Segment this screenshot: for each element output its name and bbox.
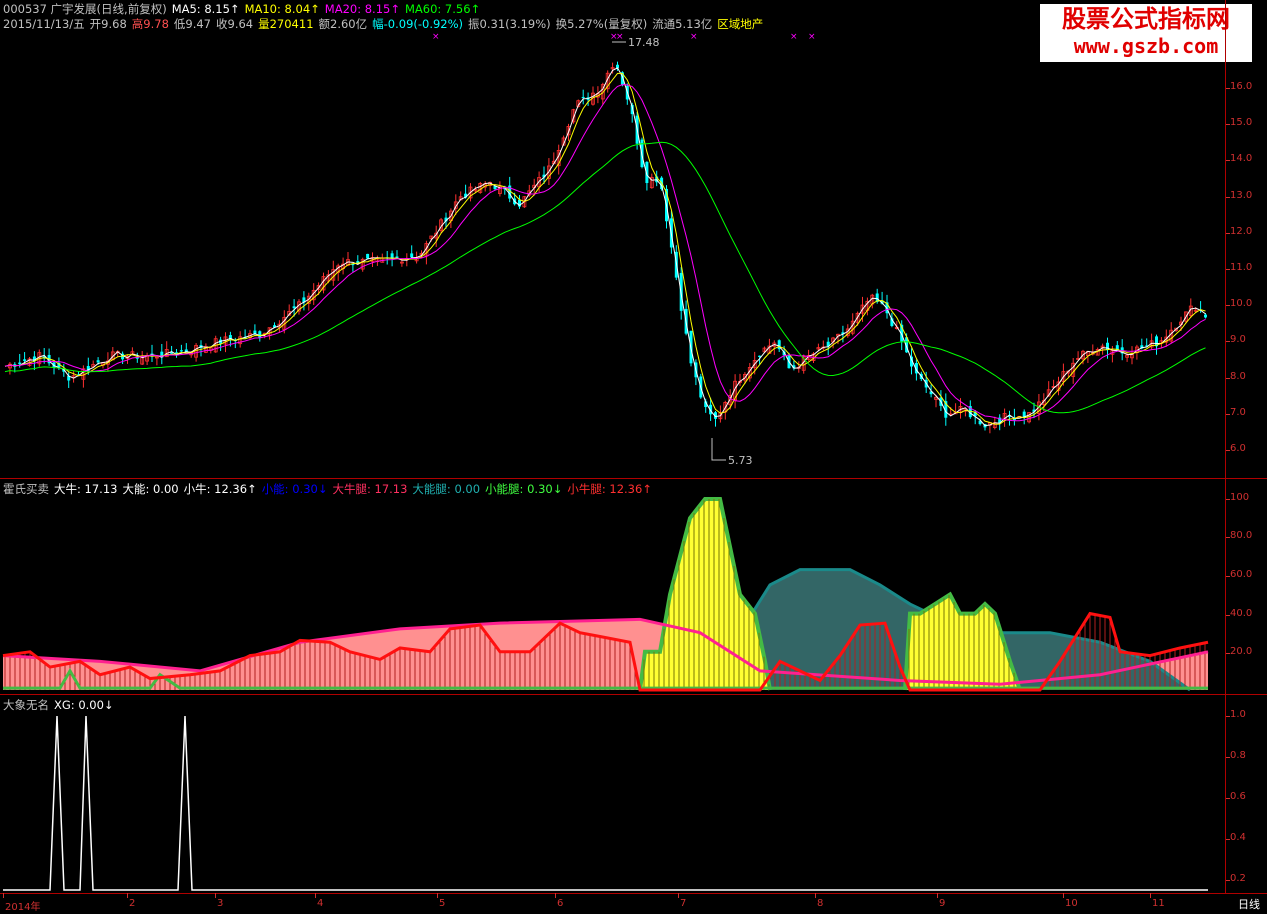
- xg-axis-tick: 0.8: [1230, 750, 1246, 761]
- low-price-label: 5.73: [728, 454, 753, 467]
- high-price-label: 17.48: [628, 36, 660, 49]
- period-label[interactable]: 日线: [1238, 896, 1260, 912]
- price-axis-tick: 13.0: [1230, 189, 1253, 201]
- x-axis-line: [0, 893, 1267, 894]
- candle-body: [96, 360, 100, 363]
- x-axis-tickmark: [3, 893, 4, 898]
- price-axis-tick: 10.0: [1230, 298, 1253, 310]
- x-axis-tick: 11: [1152, 898, 1165, 909]
- x-axis-tick: 7: [680, 898, 687, 909]
- price-axis-tick: 9.0: [1230, 334, 1246, 346]
- price-axis-tick: 6.0: [1230, 443, 1246, 454]
- indicator-axis-tick: 100: [1230, 492, 1250, 503]
- x-axis-tickmark: [678, 893, 679, 898]
- x-axis-tickmark: [437, 893, 438, 898]
- indicator-axis-tick: 60.0: [1230, 569, 1253, 580]
- candle-body: [390, 253, 394, 259]
- x-axis-tick: 2: [129, 898, 136, 909]
- candle-body: [23, 359, 27, 361]
- price-axis-tick: 8.0: [1230, 370, 1246, 382]
- price-axis-tick: 15.0: [1230, 117, 1253, 129]
- signal-mark: ×: [432, 32, 440, 42]
- x-axis-tick: 4: [317, 898, 324, 909]
- indicator-axis: 100 80.0 60.0 40.0 20.0: [1225, 479, 1267, 694]
- x-axis-tickmark: [127, 893, 128, 898]
- xg-axis-tick: 0.4: [1230, 832, 1246, 843]
- ma60-line: [4, 141, 1206, 414]
- price-axis-tick: 14.0: [1230, 153, 1253, 165]
- x-axis-tick: 8: [817, 898, 824, 909]
- x-axis-tickmark: [215, 893, 216, 898]
- price-axis-tick: 16.0: [1230, 81, 1253, 92]
- price-axis-tick: 7.0: [1230, 406, 1246, 418]
- xg-axis-tick: 0.2: [1230, 873, 1246, 884]
- x-axis-tick: 5: [439, 898, 446, 909]
- candle-body: [581, 96, 585, 98]
- indicator-axis-tick: 40.0: [1230, 608, 1253, 619]
- candle-body: [1204, 314, 1207, 318]
- x-axis-tickmark: [815, 893, 816, 898]
- ma10-line: [4, 72, 1206, 425]
- candle-body: [179, 350, 183, 352]
- price-axis-tick: 11.0: [1230, 262, 1253, 273]
- x-axis-tickmark: [555, 893, 556, 898]
- ma5-line: [4, 67, 1206, 427]
- indicator-chart[interactable]: [0, 479, 1225, 694]
- price-axis: 16.0 15.0 14.0 13.0 12.0 11.0 10.0 9.0 8.0 7.0 6.0: [1225, 0, 1267, 478]
- xg-axis: 1.0 0.8 0.6 0.4 0.2: [1225, 695, 1267, 893]
- x-axis-tickmark: [1150, 893, 1151, 898]
- xg-line: [3, 715, 1208, 891]
- signal-mark: ×: [808, 32, 816, 42]
- xg-axis-tick: 1.0: [1230, 709, 1246, 720]
- x-axis-tickmark: [1063, 893, 1064, 898]
- signal-mark: ×: [790, 32, 798, 42]
- signal-mark: ×: [616, 32, 624, 42]
- x-axis-tickmark: [315, 893, 316, 898]
- candle-body: [410, 253, 414, 258]
- x-axis-tick: 6: [557, 898, 564, 909]
- x-axis-tickmark: [937, 893, 938, 898]
- x-axis-tick: 9: [939, 898, 946, 909]
- price-chart[interactable]: 17.485.73× ×× × × ×: [0, 0, 1225, 478]
- signal-mark: ×: [690, 32, 698, 42]
- candle-body: [258, 331, 262, 338]
- price-axis-tick: 12.0: [1230, 225, 1253, 237]
- indicator-axis-tick: 20.0: [1230, 646, 1253, 657]
- xg-axis-tick: 0.6: [1230, 791, 1246, 802]
- x-axis-tick: 10: [1065, 898, 1078, 909]
- x-axis-tick: 3: [217, 898, 224, 909]
- candle-body: [366, 253, 370, 259]
- candle-body: [292, 306, 296, 309]
- low-pointer: [711, 438, 726, 461]
- ma20-line: [4, 84, 1206, 422]
- x-axis-tick: 2014年: [5, 902, 41, 913]
- xg-chart[interactable]: [0, 695, 1225, 893]
- candle-body: [18, 362, 22, 365]
- indicator-axis-tick: 80.0: [1230, 530, 1253, 541]
